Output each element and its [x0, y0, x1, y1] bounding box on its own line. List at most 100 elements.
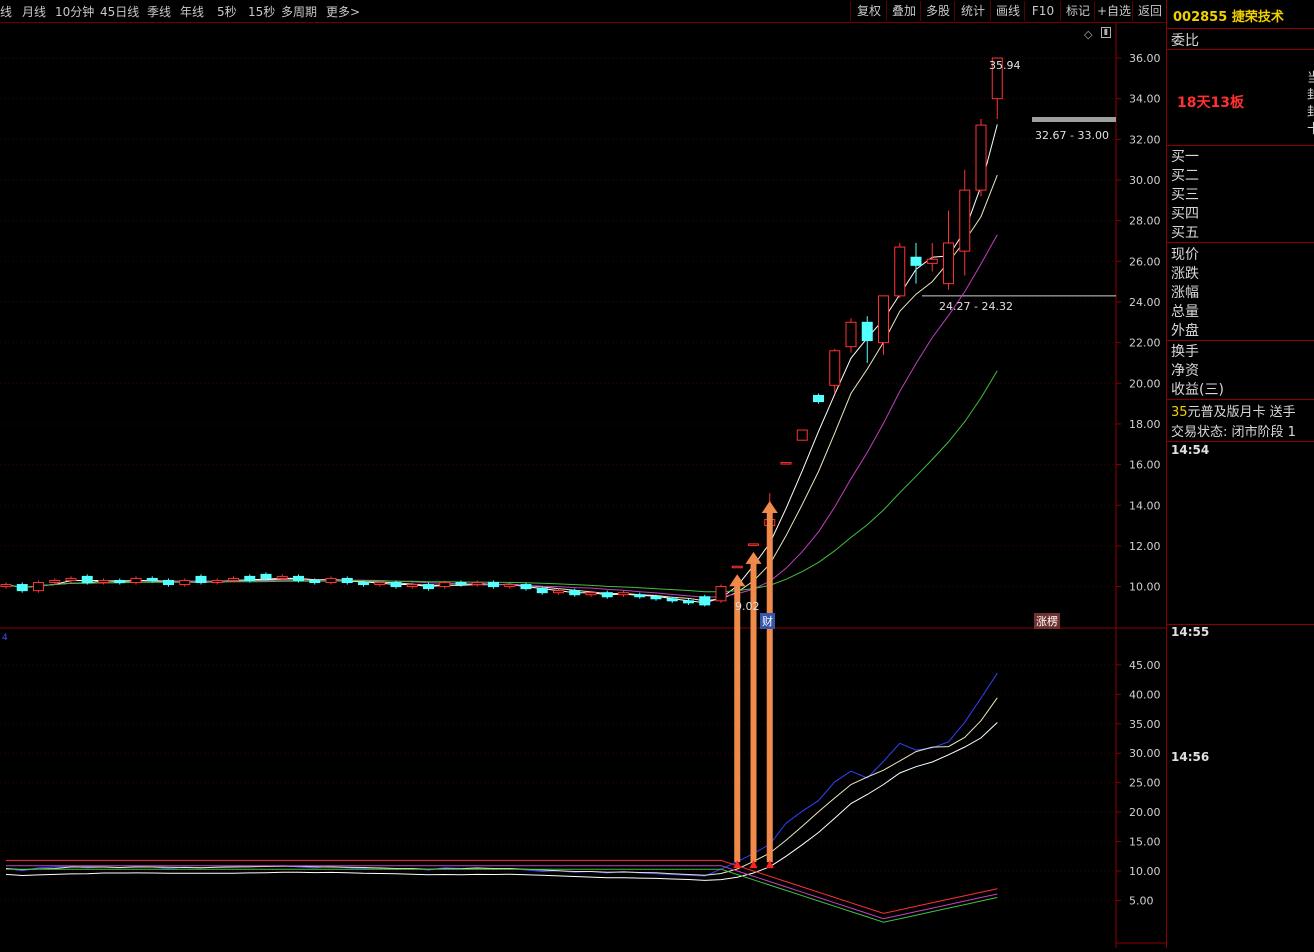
weibi-label: 委比 — [1171, 33, 1199, 49]
candle-body — [813, 394, 824, 403]
candle-body — [49, 579, 61, 584]
tab-yearly[interactable]: 年线 — [180, 3, 204, 20]
tab-15sec[interactable]: 15秒 — [248, 3, 275, 20]
stock-name: 捷荣技术 — [1231, 10, 1284, 25]
candle-body — [504, 584, 516, 588]
buy-1-label: 买一 — [1171, 149, 1199, 165]
indicator-line-blue — [5, 672, 998, 877]
side-text: 当 封 封 十 — [1307, 70, 1314, 138]
price-tick-label: 10.00 — [1129, 581, 1161, 594]
ma5-line — [5, 174, 998, 602]
divider — [1167, 49, 1314, 50]
candle-body — [748, 543, 759, 546]
candle-body — [943, 242, 954, 285]
zhangting-badge[interactable]: 涨楞 — [1034, 613, 1060, 629]
side-text-0: 当 — [1307, 71, 1314, 86]
outer-volume-label: 外盘 — [1171, 323, 1199, 339]
buy-2-label: 买二 — [1171, 168, 1199, 184]
candle-body — [471, 582, 483, 586]
candle-body — [650, 596, 662, 600]
candle-body — [715, 586, 727, 602]
mark-button[interactable]: 标记 — [1060, 1, 1095, 21]
side-text-3: 十 — [1307, 122, 1314, 137]
candle-body — [309, 579, 321, 584]
tab-more[interactable]: 更多> — [326, 3, 360, 20]
candle-body — [585, 592, 597, 596]
indicator-tick-label: 20.00 — [1129, 806, 1161, 819]
tab-5sec[interactable]: 5秒 — [217, 3, 237, 20]
price-tick-label: 14.00 — [1129, 499, 1161, 512]
candle-body — [845, 321, 857, 348]
candle-body — [829, 350, 841, 386]
grid-layer — [0, 23, 1166, 948]
ma20-line — [5, 370, 998, 593]
divider — [1167, 441, 1314, 442]
limit-up-arrow-head — [761, 501, 778, 514]
candle-body — [98, 579, 109, 584]
f10-button[interactable]: F10 — [1024, 1, 1061, 21]
candle-body — [439, 582, 451, 588]
divider — [1167, 242, 1314, 243]
candle-body — [195, 575, 207, 584]
promo-number: 35 — [1171, 405, 1188, 420]
candle-body — [293, 575, 304, 581]
candle-body — [33, 582, 44, 592]
indicator-tick-label: 10.00 — [1129, 865, 1161, 878]
tab-monthly[interactable]: 月线 — [22, 3, 46, 20]
candle-body — [374, 582, 386, 586]
candle-body — [536, 588, 548, 594]
tab-45day[interactable]: 45日线 — [100, 3, 139, 20]
candle-body — [634, 594, 646, 598]
top-range-label: 32.67 - 33.00 — [1035, 129, 1109, 142]
buy-4-label: 买四 — [1171, 206, 1199, 222]
add-watchlist-button[interactable]: +自选 — [1094, 1, 1133, 21]
side-text-1: 封 — [1307, 88, 1314, 103]
turnover-label: 换手 — [1171, 344, 1199, 360]
candle-body — [114, 579, 126, 584]
tab-10min[interactable]: 10分钟 — [55, 3, 94, 20]
overlay-button[interactable]: 叠加 — [886, 1, 921, 21]
indicator-tick-label: 30.00 — [1129, 747, 1161, 760]
price-tick-label: 34.00 — [1129, 93, 1161, 106]
multi-stock-button[interactable]: 多股 — [920, 1, 955, 21]
divider — [1167, 399, 1314, 400]
candle-body — [699, 596, 711, 606]
kline-chart-svg[interactable]: 36.00 34.00 32.00 30.00 28.00 26.00 24.00 22.00… — [0, 23, 1166, 948]
time-1: 14:55 — [1171, 625, 1210, 639]
draw-line-button[interactable]: 画线 — [990, 1, 1025, 21]
candle-body — [244, 575, 256, 581]
tab-period-0[interactable]: 线 — [0, 3, 12, 20]
fuquan-button[interactable]: 复权 — [850, 1, 887, 21]
candle-body — [569, 590, 581, 596]
tab-multi-period[interactable]: 多周期 — [281, 3, 317, 20]
indicator-tick-label: 25.00 — [1129, 777, 1161, 790]
moving-average-layer — [5, 124, 998, 604]
candle-body — [325, 577, 337, 584]
candle-body — [406, 584, 418, 588]
stats-button[interactable]: 统计 — [954, 1, 991, 21]
limit-up-arrow-shaft — [734, 584, 741, 863]
buy-3-label: 买三 — [1171, 187, 1199, 203]
quote-panel: 002855 捷荣技术 委比 18天13板 当 封 封 十 买一 买二 买三 买… — [1166, 0, 1314, 948]
back-button[interactable]: 返回 — [1132, 1, 1167, 21]
candle-body — [910, 256, 922, 266]
side-text-2: 封 — [1307, 105, 1314, 120]
panel-toggle-icon[interactable]: ▮ — [1101, 27, 1111, 38]
chart-area[interactable]: 36.00 34.00 32.00 30.00 28.00 26.00 24.00 22.00… — [0, 23, 1166, 948]
candle-body — [553, 590, 564, 594]
arrows-layer — [729, 501, 778, 869]
promo-banner[interactable]: 35元普及版月卡 送手 — [1171, 401, 1296, 420]
labels-layer: 35.94 32.67 - 33.00 24.27 - 24.32 9.02 4 — [2, 59, 1109, 643]
current-price-label: 现价 — [1171, 247, 1199, 263]
diamond-icon[interactable]: ◇ — [1084, 28, 1092, 41]
mid-range-label: 24.27 - 24.32 — [939, 300, 1013, 313]
stock-header: 002855 捷荣技术 — [1173, 6, 1284, 25]
indicator-tick-label: 5.00 — [1129, 894, 1154, 907]
candle-body — [861, 321, 873, 342]
limit-up-badge: 18天13板 — [1177, 95, 1244, 111]
tab-quarterly[interactable]: 季线 — [147, 3, 171, 20]
candle-body — [358, 582, 369, 586]
cai-badge[interactable]: 财 — [760, 613, 775, 629]
candle-body — [423, 584, 434, 590]
time-0: 14:54 — [1171, 443, 1210, 457]
